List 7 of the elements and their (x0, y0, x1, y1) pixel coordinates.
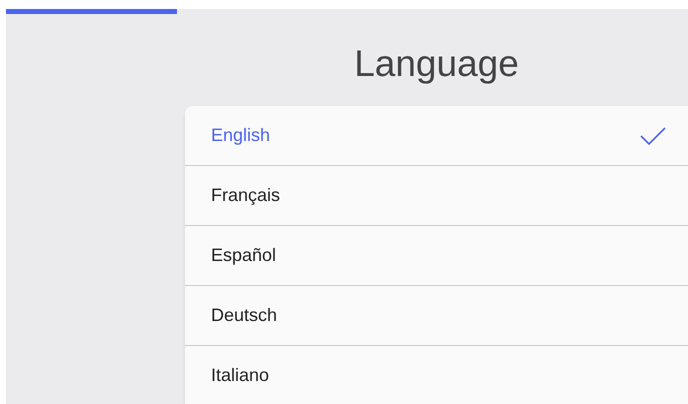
language-option[interactable]: English (185, 106, 688, 166)
language-option[interactable]: Español (185, 226, 688, 286)
language-option[interactable]: Deutsch (185, 286, 688, 346)
language-option[interactable]: Français (185, 166, 688, 226)
page-title: Language (354, 42, 519, 86)
checkmark-icon (640, 126, 666, 144)
language-option[interactable]: Italiano (185, 346, 688, 404)
